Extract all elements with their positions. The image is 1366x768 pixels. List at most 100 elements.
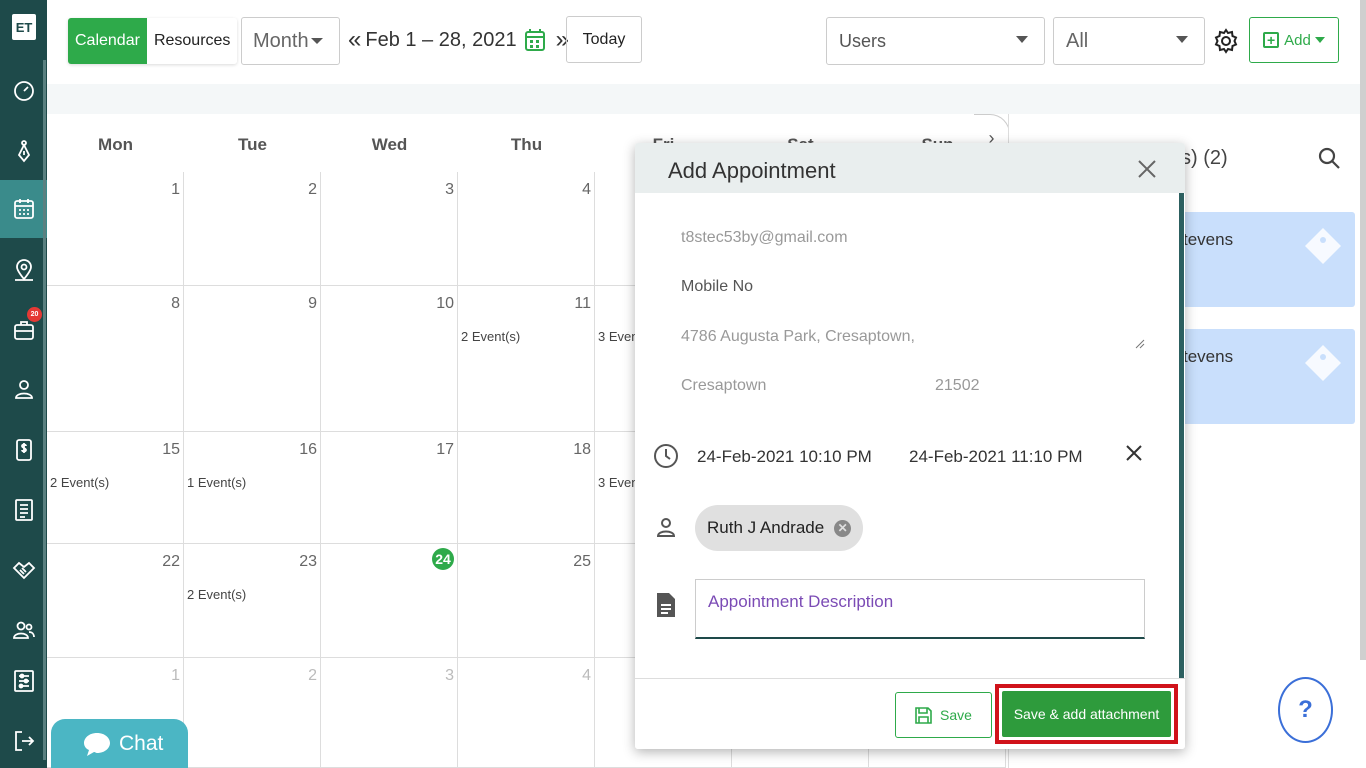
tag-icon (1305, 228, 1341, 264)
end-time-field[interactable]: 24-Feb-2021 11:10 PM (909, 447, 1083, 467)
chat-bubble-icon (84, 733, 110, 756)
day-number: 2 (308, 667, 317, 684)
nav-calendar[interactable] (0, 180, 47, 238)
sidebar: ET 20 (0, 0, 47, 768)
filter-select[interactable]: All (1053, 17, 1205, 65)
view-select[interactable]: Month (241, 17, 340, 65)
close-icon[interactable] (1137, 159, 1157, 179)
day-number: 9 (308, 295, 317, 312)
panel-card[interactable]: tevens (1175, 329, 1355, 424)
day-cell[interactable]: 4 (458, 658, 595, 768)
dialog-footer: Save Save & add attachment (635, 678, 1185, 749)
tab-calendar[interactable]: Calendar (68, 18, 147, 64)
nav-deals[interactable] (0, 541, 47, 599)
zip-field[interactable]: 21502 (935, 377, 980, 395)
today-button[interactable]: Today (566, 16, 642, 63)
day-cell[interactable]: 16 1 Event(s) (184, 432, 321, 544)
highlight-box: Save & add attachment (995, 684, 1178, 744)
dialog-header: Add Appointment (635, 143, 1185, 193)
calendar-picker-icon[interactable] (524, 28, 546, 52)
day-number: 11 (574, 295, 591, 312)
event-count-link[interactable]: 2 Event(s) (461, 329, 520, 344)
resize-handle-icon[interactable] (1135, 339, 1145, 349)
day-cell[interactable]: 2 (184, 658, 321, 768)
dialog-scrollbar[interactable] (1179, 193, 1184, 678)
day-number: 3 (445, 667, 454, 684)
caret-down-icon (1016, 36, 1028, 43)
add-button[interactable]: + Add (1249, 17, 1339, 63)
nav-jobs[interactable]: 20 (0, 301, 47, 359)
tab-resources[interactable]: Resources (146, 18, 238, 64)
day-cell[interactable]: 23 2 Event(s) (184, 544, 321, 658)
day-cell[interactable]: 1 (47, 172, 184, 286)
day-cell[interactable]: 24 (321, 544, 458, 658)
gear-icon[interactable] (1213, 28, 1239, 54)
weekday-header: Thu (510, 135, 543, 154)
nav-settings[interactable] (0, 652, 47, 710)
day-cell[interactable]: 2 (184, 172, 321, 286)
chat-widget[interactable]: Chat (51, 719, 188, 768)
description-input[interactable]: Appointment Description (695, 579, 1145, 639)
search-icon[interactable] (1318, 147, 1340, 169)
caret-down-icon (1176, 36, 1188, 43)
day-cell[interactable]: 22 (47, 544, 184, 658)
save-button-label: Save (940, 707, 972, 723)
save-button[interactable]: Save (895, 692, 992, 738)
document-icon (657, 593, 675, 617)
day-number: 15 (162, 441, 180, 458)
weekday-header: Mon (98, 135, 133, 154)
day-cell[interactable]: 25 (458, 544, 595, 658)
event-count-link[interactable]: 1 Event(s) (187, 475, 246, 490)
calendar-icon (13, 199, 34, 219)
caret-down-icon (311, 38, 323, 44)
day-cell[interactable]: 9 (184, 286, 321, 432)
save-icon (915, 706, 932, 724)
city-field[interactable]: Cresaptown (681, 377, 766, 395)
day-cell[interactable]: 8 (47, 286, 184, 432)
card-name: tevens (1183, 347, 1234, 366)
clear-time-icon[interactable] (1124, 443, 1144, 463)
notification-badge: 20 (27, 307, 42, 322)
users-select[interactable]: Users (826, 17, 1045, 65)
email-field[interactable]: t8stec53by@gmail.com (681, 229, 848, 247)
help-button[interactable]: ? (1278, 677, 1333, 743)
prev-period-button[interactable]: « (348, 28, 361, 52)
event-count-link[interactable]: 3 Even (598, 329, 638, 344)
day-cell[interactable]: 18 (458, 432, 595, 544)
app-logo[interactable]: ET (12, 14, 36, 40)
day-cell[interactable]: 3 (321, 172, 458, 286)
plus-icon: + (1263, 32, 1280, 48)
remove-chip-icon[interactable]: ✕ (834, 519, 852, 537)
sidebar-scrollbar[interactable] (43, 60, 46, 760)
nav-list[interactable] (0, 481, 47, 539)
mobile-field[interactable]: Mobile No (681, 278, 753, 296)
day-cell[interactable]: 15 2 Event(s) (47, 432, 184, 544)
add-button-label: Add (1284, 31, 1311, 49)
event-count-link[interactable]: 2 Event(s) (187, 587, 246, 602)
day-cell[interactable]: 4 (458, 172, 595, 286)
event-count-link[interactable]: 2 Event(s) (50, 475, 109, 490)
day-number: 4 (582, 667, 591, 684)
add-appointment-dialog: Add Appointment t8stec53by@gmail.com Mob… (635, 143, 1185, 749)
nav-pen[interactable] (0, 122, 47, 180)
nav-billing[interactable] (0, 421, 47, 479)
day-number: 10 (436, 295, 454, 312)
save-and-add-attachment-button[interactable]: Save & add attachment (1002, 691, 1171, 737)
day-cell[interactable]: 11 2 Event(s) (458, 286, 595, 432)
panel-card[interactable]: tevens (1175, 212, 1355, 307)
address-field[interactable]: 4786 Augusta Park, Cresaptown, (681, 328, 915, 346)
day-number: 3 (445, 181, 454, 198)
day-cell[interactable]: 3 (321, 658, 458, 768)
nav-logout[interactable] (0, 712, 47, 768)
day-cell[interactable]: 17 (321, 432, 458, 544)
start-time-field[interactable]: 24-Feb-2021 10:10 PM (697, 447, 872, 467)
event-count-link[interactable]: 3 Even (598, 475, 638, 490)
nav-dashboard[interactable] (0, 62, 47, 120)
nav-team[interactable] (0, 601, 47, 659)
day-cell[interactable]: 10 (321, 286, 458, 432)
caret-down-icon (1314, 37, 1325, 43)
dollar-icon (15, 439, 32, 461)
page-scrollbar[interactable] (1360, 0, 1366, 660)
nav-map[interactable] (0, 241, 47, 299)
nav-customers[interactable] (0, 360, 47, 418)
